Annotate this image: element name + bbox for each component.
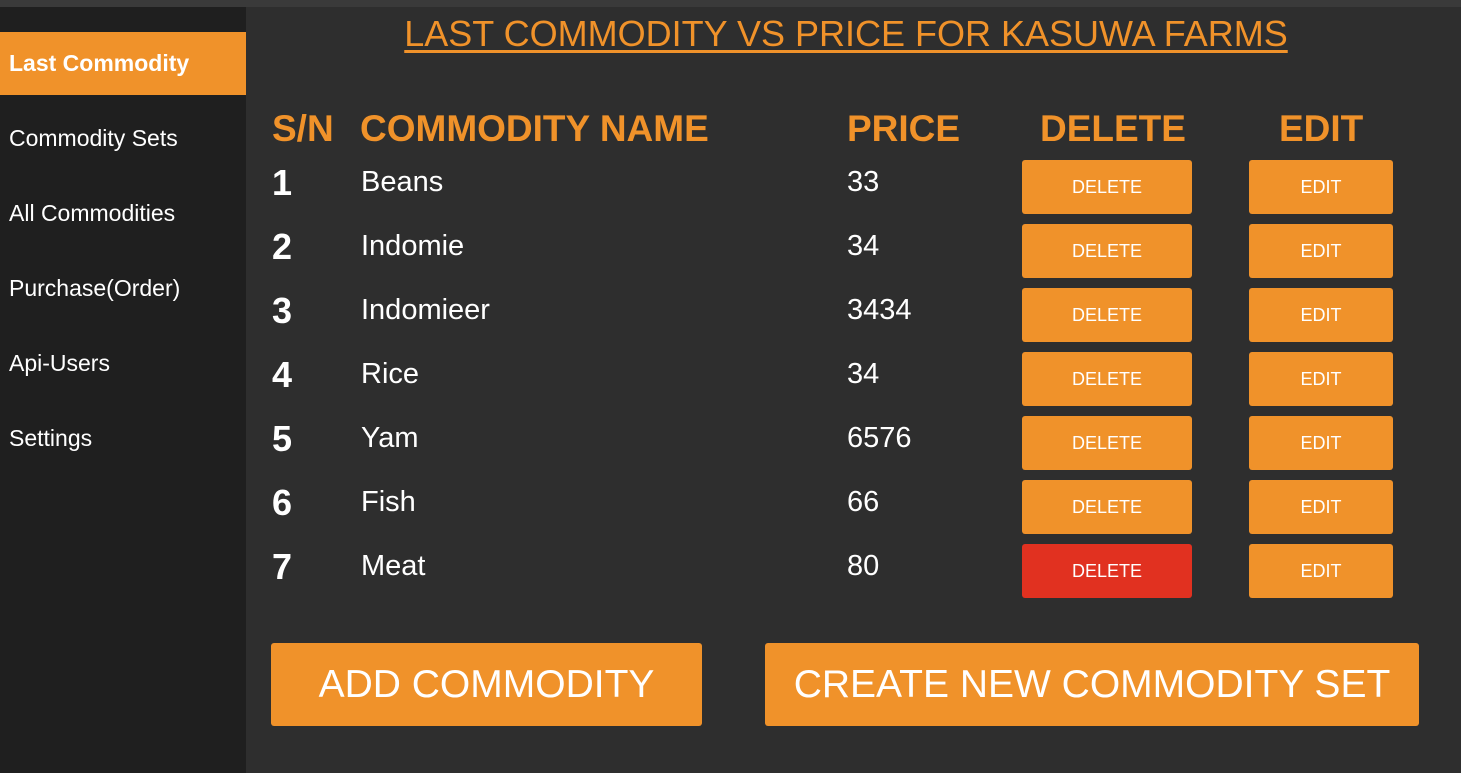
edit-button[interactable]: EDIT (1249, 480, 1393, 534)
table-row: 5 Yam 6576 DELETE EDIT (246, 416, 1461, 480)
row-sn: 6 (272, 482, 293, 523)
sidebar-item-last-commodity[interactable]: Last Commodity (0, 32, 246, 95)
table-row: 2 Indomie 34 DELETE EDIT (246, 224, 1461, 288)
row-price: 34 (847, 230, 880, 262)
row-commodity-name: Indomie (361, 230, 465, 262)
add-commodity-button[interactable]: ADD COMMODITY (271, 643, 702, 726)
edit-button[interactable]: EDIT (1249, 288, 1393, 342)
edit-button[interactable]: EDIT (1249, 160, 1393, 214)
table-row: 1 Beans 33 DELETE EDIT (246, 160, 1461, 224)
edit-button[interactable]: EDIT (1249, 416, 1393, 470)
row-price: 33 (847, 166, 880, 198)
row-commodity-name: Fish (361, 486, 416, 518)
edit-button[interactable]: EDIT (1249, 544, 1393, 598)
header-sn: S/N (272, 108, 334, 149)
delete-button[interactable]: DELETE (1022, 480, 1192, 534)
header-price: PRICE (847, 108, 961, 149)
sidebar-item-all-commodities[interactable]: All Commodities (0, 182, 246, 245)
delete-button[interactable]: DELETE (1022, 160, 1192, 214)
create-commodity-set-button[interactable]: CREATE NEW COMMODITY SET (765, 643, 1419, 726)
page-title: LAST COMMODITY VS PRICE FOR KASUWA FARMS (404, 13, 1288, 54)
header-edit: EDIT (1279, 108, 1364, 149)
sidebar-item-settings[interactable]: Settings (0, 407, 246, 470)
delete-button[interactable]: DELETE (1022, 416, 1192, 470)
row-commodity-name: Meat (361, 550, 426, 582)
header-delete: DELETE (1040, 108, 1186, 149)
row-commodity-name: Rice (361, 358, 420, 390)
sidebar-item-purchase-order[interactable]: Purchase(Order) (0, 257, 246, 320)
row-sn: 7 (272, 546, 293, 587)
row-price: 3434 (847, 294, 912, 326)
row-sn: 5 (272, 418, 293, 459)
edit-button[interactable]: EDIT (1249, 352, 1393, 406)
row-sn: 1 (272, 162, 293, 203)
delete-button[interactable]: DELETE (1022, 224, 1192, 278)
table-row: 7 Meat 80 DELETE EDIT (246, 544, 1461, 608)
delete-button[interactable]: DELETE (1022, 352, 1192, 406)
row-commodity-name: Yam (361, 422, 419, 454)
table-row: 4 Rice 34 DELETE EDIT (246, 352, 1461, 416)
header-commodity-name: COMMODITY NAME (360, 108, 709, 149)
row-price: 80 (847, 550, 880, 582)
row-commodity-name: Indomieer (361, 294, 490, 326)
delete-button[interactable]: DELETE (1022, 288, 1192, 342)
edit-button[interactable]: EDIT (1249, 224, 1393, 278)
table-row: 6 Fish 66 DELETE EDIT (246, 480, 1461, 544)
row-price: 6576 (847, 422, 912, 454)
row-price: 66 (847, 486, 880, 518)
row-price: 34 (847, 358, 880, 390)
main-content: LAST COMMODITY VS PRICE FOR KASUWA FARMS… (246, 7, 1461, 773)
sidebar-item-api-users[interactable]: Api-Users (0, 332, 246, 395)
sidebar: Last Commodity Commodity Sets All Commod… (0, 7, 246, 773)
delete-button[interactable]: DELETE (1022, 544, 1192, 598)
row-commodity-name: Beans (361, 166, 444, 198)
table-row: 3 Indomieer 3434 DELETE EDIT (246, 288, 1461, 352)
row-sn: 4 (272, 354, 293, 395)
sidebar-item-commodity-sets[interactable]: Commodity Sets (0, 107, 246, 170)
top-bar (0, 0, 1461, 7)
row-sn: 2 (272, 226, 293, 267)
row-sn: 3 (272, 290, 293, 331)
